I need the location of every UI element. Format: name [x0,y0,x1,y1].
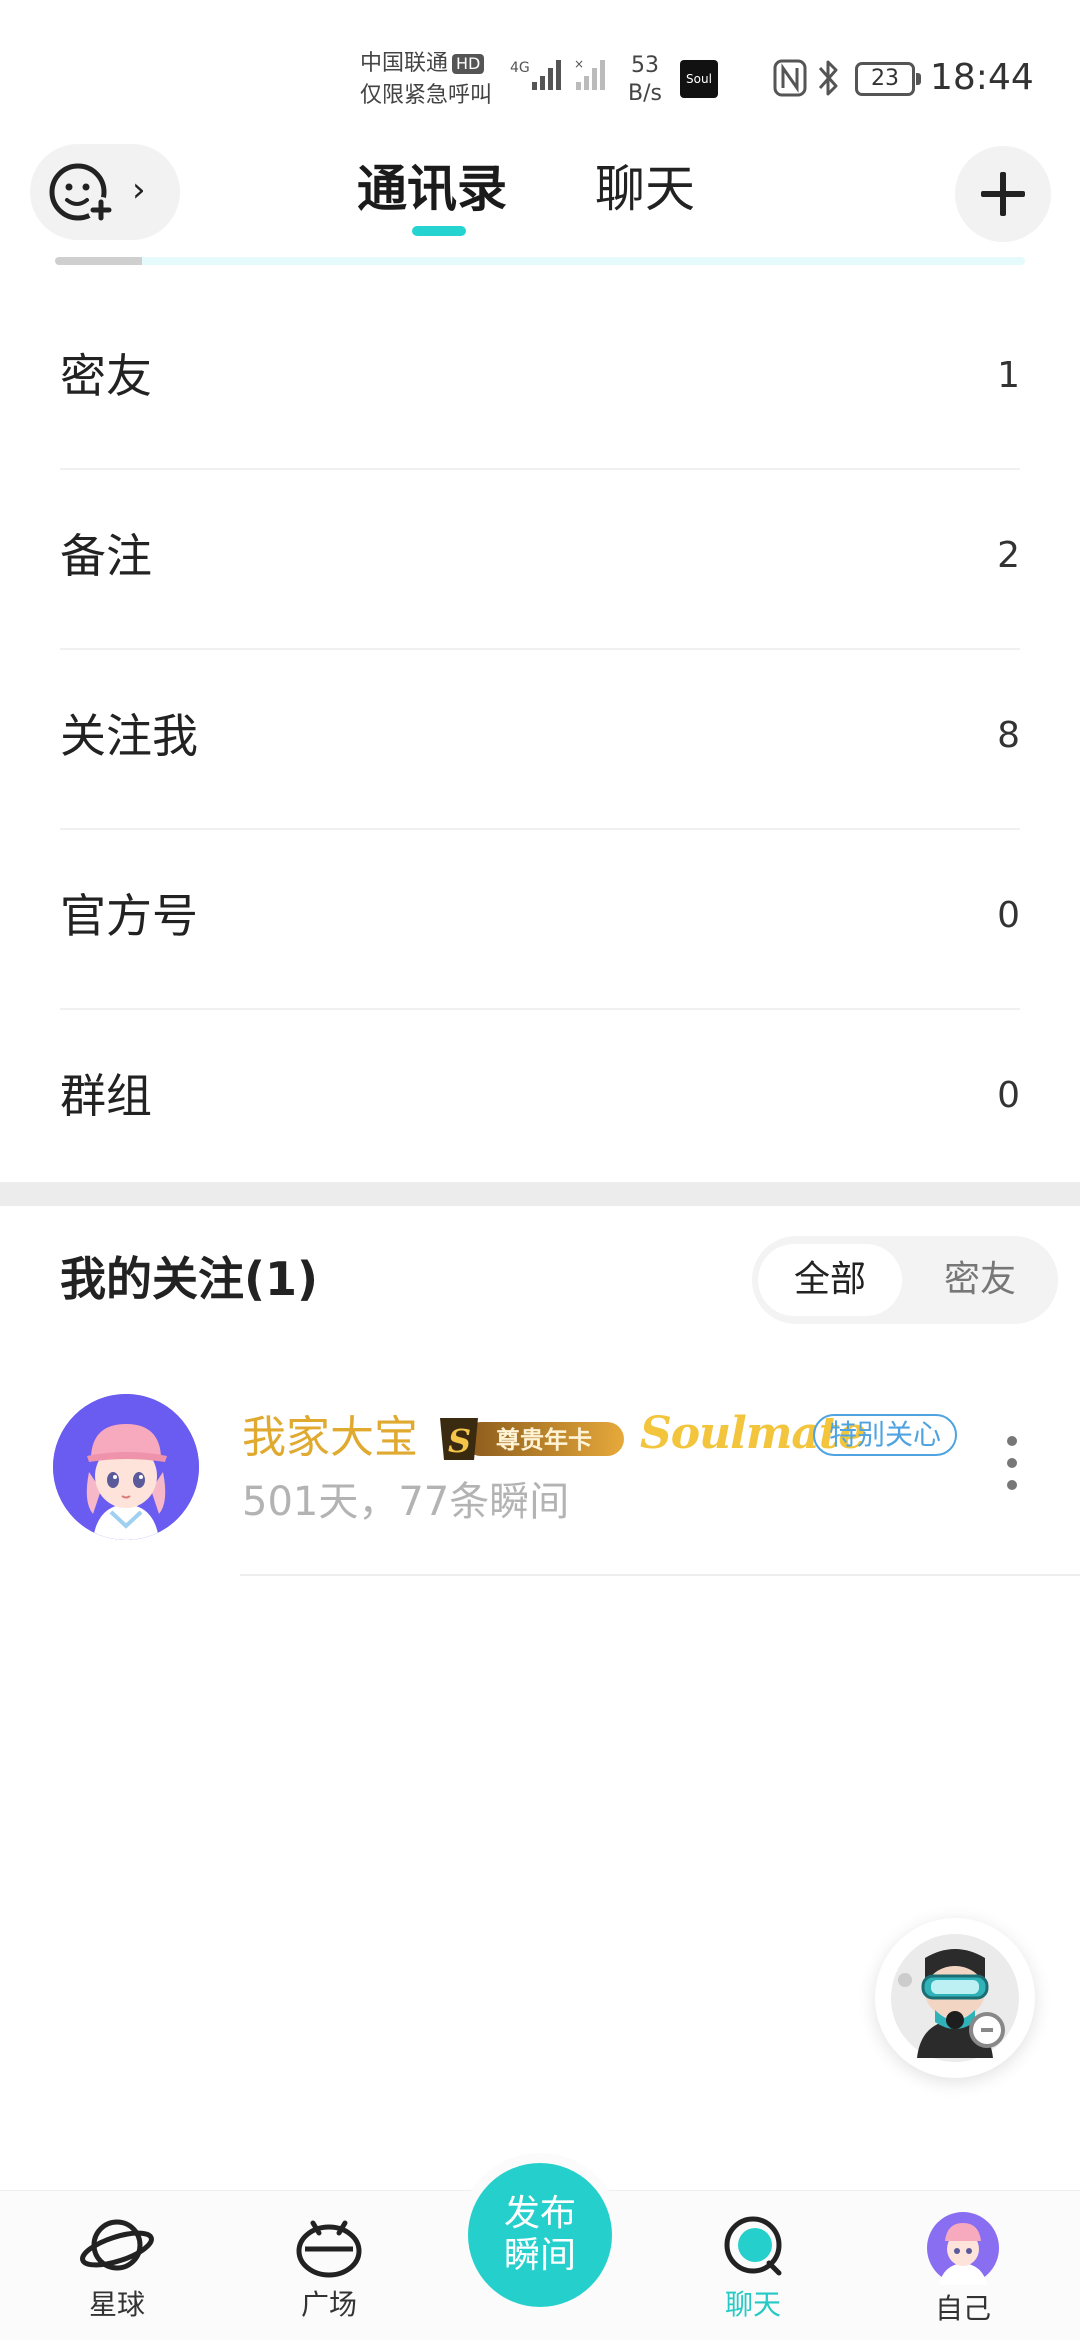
vip-badge-label: 尊贵年卡 [496,1426,592,1454]
row-divider [240,1574,1080,1576]
section-separator [0,1182,1080,1206]
special-care-tag: 特别关心 [813,1414,958,1456]
nav-label: 自己 [934,2292,991,2325]
category-row-official[interactable]: 官方号 0 [0,830,1080,1010]
category-count: 0 [997,1075,1020,1116]
tab-chat[interactable]: 聊天 [595,158,695,220]
user-stats: 501天，77条瞬间 [242,1479,570,1525]
add-button[interactable] [955,146,1051,242]
category-count: 2 [997,535,1020,576]
speed-unit: B/s [628,81,662,106]
nav-chat[interactable]: 聊天 [683,2211,823,2323]
user-name: 我家大宝 [242,1412,418,1463]
profile-avatar [927,2212,999,2285]
smile-add-icon [49,163,114,223]
svg-text:×: × [574,57,584,71]
planet-icon [80,2219,154,2271]
hd-badge: HD [452,54,485,74]
category-row-remarks[interactable]: 备注 2 [0,470,1080,650]
more-options-icon[interactable] [1002,1436,1022,1502]
category-row-groups[interactable]: 群组 0 [0,1010,1080,1190]
filter-close-friends-button[interactable]: 密友 [908,1244,1052,1316]
nfc-icon [773,59,807,97]
diver-mascot-icon [891,1934,1019,2062]
speed-value: 53 [630,53,659,78]
chat-icon [724,2216,782,2276]
following-filter: 全部 密友 [752,1236,1058,1324]
network-type-label: 4G [510,60,530,76]
publish-moment-button[interactable]: 发布 瞬间 [468,2163,612,2307]
soul-app-icon: Soul [680,60,718,98]
status-time: 18:44 [930,57,1034,98]
nav-profile[interactable]: 自己 [893,2211,1033,2327]
status-bar: 中国联通 HD 仅限紧急呼叫 4G × 53 B/s Soul 23 18:44 [0,0,1080,140]
carrier-info: 中国联通 HD 仅限紧急呼叫 [360,48,492,112]
following-section-title: 我的关注(1) [60,1252,319,1306]
top-header: › 通讯录 聊天 [0,140,1080,260]
vip-badge-letter: S [448,1422,471,1460]
contact-category-list: 密友 1 备注 2 关注我 8 官方号 0 群组 0 [0,290,1080,1190]
girl-avatar-illustration [53,1394,199,1540]
followed-user-row[interactable]: 我家大宝 S 尊贵年卡 Soulmate 特别关心 501天，77条瞬间 [0,1390,1080,1580]
publish-label-line2: 瞬间 [503,2235,576,2276]
scroll-strip [55,257,1025,265]
nav-square[interactable]: 广场 [259,2211,399,2323]
square-icon [296,2220,362,2278]
network-speed: 53 B/s [628,52,662,108]
floating-assistant-button[interactable] [875,1918,1035,2078]
category-label: 备注 [60,529,152,583]
battery-indicator: 23 [855,62,921,96]
category-row-followers[interactable]: 关注我 8 [0,650,1080,830]
filter-all-button[interactable]: 全部 [758,1244,902,1316]
signal-icon: 4G × [510,57,605,90]
bottom-navigation: 星球 广场 发布 瞬间 聊天 自己 [0,2163,1080,2340]
nav-label: 广场 [300,2288,357,2321]
carrier-name: 中国联通 [360,51,449,76]
publish-label-line1: 发布 [503,2193,576,2234]
tab-contacts[interactable]: 通讯录 [357,158,507,220]
category-label: 密友 [60,349,152,403]
category-label: 关注我 [60,709,198,763]
category-label: 群组 [60,1069,152,1123]
category-count: 8 [997,715,1020,756]
category-row-close-friends[interactable]: 密友 1 [0,290,1080,470]
bluetooth-icon [818,60,838,96]
user-avatar[interactable] [53,1394,199,1540]
nav-label: 星球 [88,2288,145,2321]
vip-annual-badge: S 尊贵年卡 [440,1418,624,1460]
category-count: 0 [997,895,1020,936]
chevron-right-icon: › [132,170,146,210]
category-label: 官方号 [60,889,198,943]
active-tab-indicator [412,226,466,236]
add-friend-face-button[interactable]: › [30,144,180,240]
nav-label: 聊天 [724,2288,781,2321]
nav-planet[interactable]: 星球 [47,2211,187,2323]
emergency-only-text: 仅限紧急呼叫 [360,83,493,108]
category-count: 1 [997,355,1020,396]
